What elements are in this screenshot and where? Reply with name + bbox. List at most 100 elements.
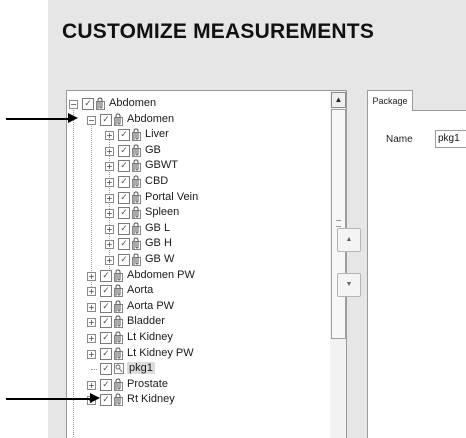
callout-arrow-head-icon [68,113,78,123]
tree-scrollbar[interactable]: ▲ [330,90,347,438]
tree-item-label: Portal Vein [145,190,199,203]
tree-item-label: GB L [145,221,171,234]
scroll-thumb[interactable] [331,109,346,339]
tree-item[interactable]: + ✓ Lt Kidney [67,330,327,346]
clipboard-icon [132,222,142,235]
checkbox[interactable]: ✓ [100,316,112,329]
expand-icon[interactable]: + [105,162,114,172]
page-title: CUSTOMIZE MEASUREMENTS [62,20,375,43]
customize-measurements-panel: CUSTOMIZE MEASUREMENTS − ✓ Abdomen − ✓ Abdome… [48,0,466,438]
checkbox[interactable]: ✓ [100,285,112,298]
expand-icon[interactable]: + [87,318,96,328]
checkbox[interactable]: ✓ [100,394,112,407]
tree-item[interactable]: + ✓ Bladder [67,314,327,330]
package-name-field[interactable]: pkg1 [435,130,466,148]
clipboard-icon [114,113,124,126]
checkbox[interactable]: ✓ [100,378,112,391]
expand-icon[interactable]: + [87,380,96,390]
move-down-button[interactable]: ▼ [337,273,361,297]
tree-item-label: Bladder [127,315,165,328]
checkbox[interactable]: ✓ [118,238,130,251]
tree-item[interactable]: + ✓ GBWT [67,158,327,174]
expand-icon[interactable]: + [105,256,114,265]
tree-item-label: Lt Kidney [127,331,173,343]
clipboard-icon [114,269,124,282]
collapse-icon[interactable]: − [69,100,78,109]
expand-icon[interactable]: + [87,349,96,359]
tree-connector [91,369,97,371]
tree-item-label: Abdomen [109,97,157,109]
callout-arrow-line [6,398,92,400]
scroll-up-button[interactable]: ▲ [331,92,346,108]
expand-icon[interactable]: + [87,334,96,343]
expand-icon[interactable]: + [105,146,114,156]
tree-item[interactable]: + ✓ Lt Kidney PW [67,346,327,362]
checkbox[interactable]: ✓ [118,191,130,204]
tree-item[interactable]: − ✓ Abdomen [67,96,327,112]
expand-icon[interactable]: + [87,287,96,297]
expand-icon[interactable]: + [87,271,96,281]
checkbox[interactable]: ✓ [100,269,112,282]
checkbox[interactable]: ✓ [118,160,130,173]
clipboard-icon [132,175,142,188]
grip-icon [336,220,341,227]
tree-item-label: GBWT [145,159,178,172]
tree-item-label: Prostate [127,377,168,390]
clipboard-icon [114,315,124,329]
expand-icon[interactable]: + [87,302,96,312]
tree-item[interactable]: + ✓ GB H [67,236,327,252]
clipboard-icon [96,97,106,110]
tree-item-label: pkg1 [127,362,155,375]
checkbox[interactable]: ✓ [100,300,112,313]
clipboard-icon [114,393,124,407]
checkbox[interactable]: ✓ [100,363,112,376]
tree-item-label: Lt Kidney PW [127,346,194,359]
checkbox[interactable]: ✓ [118,254,130,266]
clipboard-icon [132,128,142,142]
expand-icon[interactable]: + [105,224,114,234]
expand-icon[interactable]: + [105,193,114,203]
tree-item[interactable]: + ✓ GB [67,143,327,159]
tree-item[interactable]: + ✓ Aorta PW [67,299,327,315]
tree-item[interactable]: + ✓ Prostate [67,377,327,393]
tree-item-label: GB H [145,237,172,250]
checkbox[interactable]: ✓ [118,207,130,220]
expand-icon[interactable]: + [105,240,114,250]
tree-item-label: Abdomen PW [127,268,195,281]
tree-item-label: Liver [145,128,169,141]
measurement-tree[interactable]: − ✓ Abdomen − ✓ Abdomen + ✓ Liver + ✓ GB + ✓ GBWT + ✓ CBD… [66,90,332,438]
package-panel: Package Name pkg1 [367,90,466,438]
collapse-icon[interactable]: − [87,115,96,125]
tree-item[interactable]: ✓ pkg1 [67,361,327,377]
expand-icon[interactable]: + [105,209,114,219]
tree-item-label: Aorta [127,284,154,297]
expand-icon[interactable]: + [105,178,114,187]
tree-item[interactable]: + ✓ Abdomen PW [67,268,327,284]
checkbox[interactable]: ✓ [118,129,130,142]
clipboard-icon [132,253,142,266]
tree-item-label: Spleen [145,206,180,219]
expand-icon[interactable]: + [105,131,114,141]
tree-item[interactable]: + ✓ Aorta [67,283,327,299]
tab-package[interactable]: Package [367,90,413,111]
callout-arrow-head-icon [90,393,100,403]
tree-item[interactable]: − ✓ Abdomen [67,112,327,128]
checkbox[interactable]: ✓ [100,332,112,344]
tree-item[interactable]: + ✓ GB L [67,221,327,237]
name-label: Name [386,134,413,145]
callout-arrow-line [6,118,70,120]
checkbox[interactable]: ✓ [100,113,112,126]
tree-item[interactable]: + ✓ Spleen [67,205,327,221]
clipboard-icon [132,144,142,157]
checkbox[interactable]: ✓ [118,176,130,188]
checkbox[interactable]: ✓ [118,144,130,157]
tree-item[interactable]: + ✓ GB W [67,252,327,268]
checkbox[interactable]: ✓ [118,222,130,235]
checkbox[interactable]: ✓ [100,347,112,360]
tree-item[interactable]: + ✓ Portal Vein [67,190,327,206]
tree-item[interactable]: + ✓ CBD [67,174,327,190]
checkbox[interactable]: ✓ [82,98,94,110]
move-up-button[interactable]: ▲ [337,228,361,252]
tree-item[interactable]: + ✓ Liver [67,127,327,143]
tree-item[interactable]: + ✓ Rt Kidney [67,392,327,408]
